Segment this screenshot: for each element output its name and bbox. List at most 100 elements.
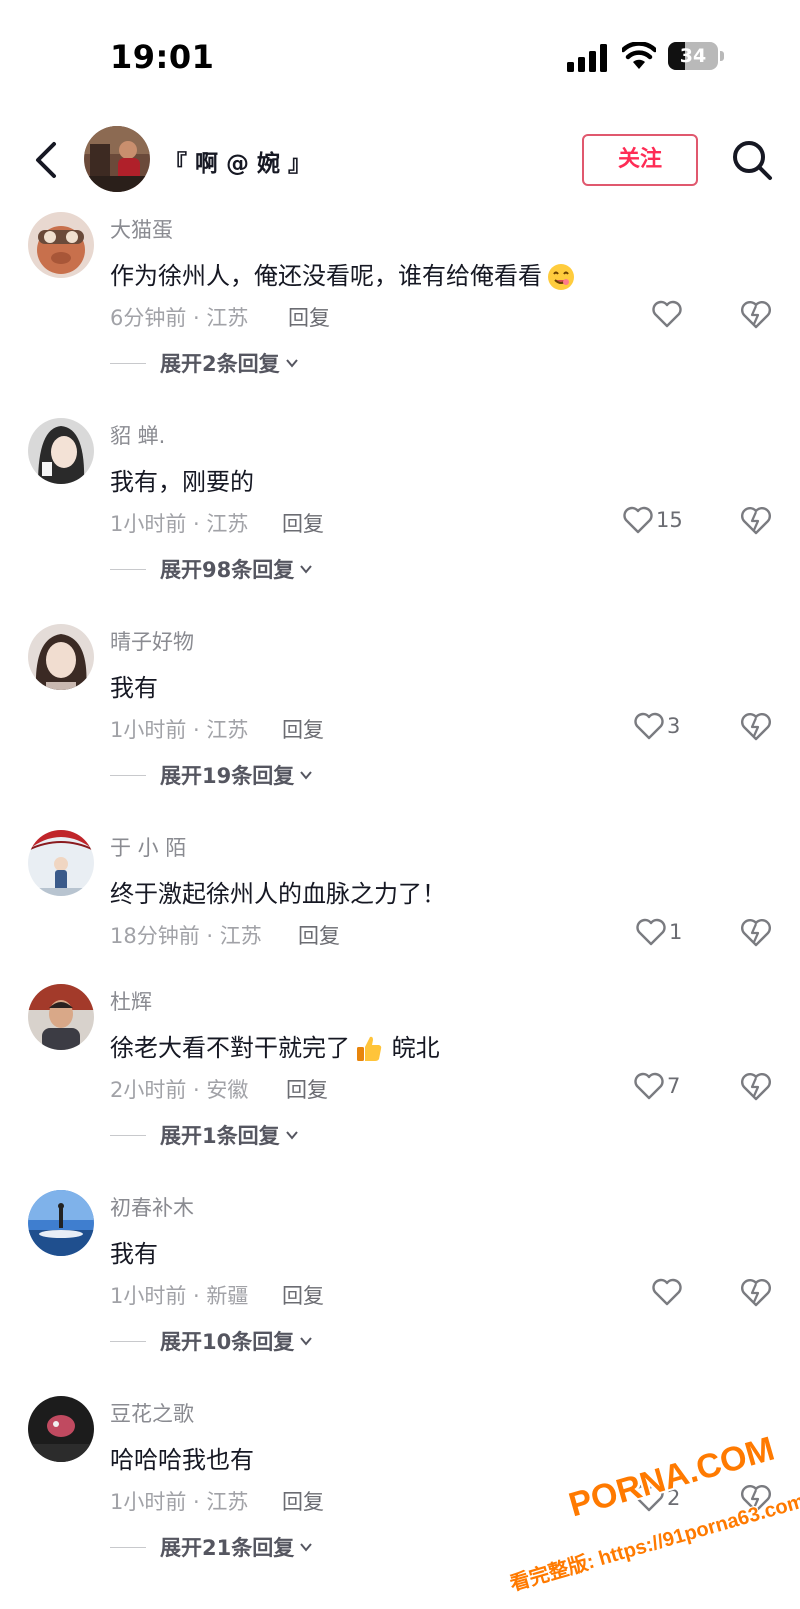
like-count: 15 [656,508,683,532]
like-count: 1 [669,920,683,944]
dislike-icon[interactable] [740,916,772,948]
comment-meta: 2小时前 · 安徽 [110,1078,249,1102]
like-button[interactable]: 3 [634,710,680,742]
comment-text: 我有，刚要的 [110,468,254,496]
comment-header: 『 啊 @ 婉 』 关注 [0,110,800,210]
heart-icon [623,506,653,534]
dislike-icon[interactable] [740,1070,772,1102]
comment-username[interactable]: 貂 蝉. [110,420,165,450]
chevron-down-icon [300,565,313,574]
chevron-down-icon [285,359,298,368]
comment-meta: 1小时前 · 江苏 [110,718,249,742]
heart-icon [634,1484,664,1512]
comment-text: 哈哈哈我也有 [110,1446,254,1474]
comment-item: 杜辉 徐老大看不對干就完了 皖北 2小时前 · 安徽 回复 7 展开1条回复 [0,984,800,1154]
comment-username[interactable]: 豆花之歌 [110,1398,194,1428]
expand-replies-button[interactable]: 展开98条回复 [110,554,314,584]
like-count: 3 [667,714,681,738]
expand-replies-button[interactable]: 展开19条回复 [110,760,314,790]
chevron-down-icon [300,1337,313,1346]
comment-username[interactable]: 大猫蛋 [110,214,173,244]
like-button[interactable]: 15 [623,504,683,536]
dislike-icon[interactable] [740,1276,772,1308]
expand-replies-label: 展开1条回复 [160,1124,280,1148]
status-bar: 19:01 34 [0,0,800,110]
reply-button[interactable]: 回复 [282,1280,324,1310]
expand-replies-label: 展开21条回复 [160,1536,295,1560]
heart-icon [636,918,666,946]
expand-replies-label: 展开19条回复 [160,764,295,788]
like-button[interactable]: 7 [634,1070,680,1102]
reply-button[interactable]: 回复 [282,1486,324,1516]
expand-replies-button[interactable]: 展开2条回复 [110,348,300,378]
comment-username[interactable]: 晴子好物 [110,626,194,656]
comment-meta: 6分钟前 · 江苏 [110,306,249,330]
comment-meta: 1小时前 · 新疆 [110,1284,249,1308]
chevron-down-icon [300,771,313,780]
reply-button[interactable]: 回复 [282,714,324,744]
dislike-icon[interactable] [740,710,772,742]
reply-button[interactable]: 回复 [286,1074,328,1104]
dislike-icon[interactable] [740,298,772,330]
avatar[interactable] [28,418,94,484]
comment-username[interactable]: 初春补木 [110,1192,194,1222]
comment-item: 貂 蝉. 我有，刚要的 1小时前 · 江苏 回复 15 展开98条回复 [0,418,800,588]
comment-text: 我有 [110,674,158,702]
reply-button[interactable]: 回复 [288,302,330,332]
like-count: 7 [667,1074,681,1098]
comment-text: 我有 [110,1240,158,1268]
comment-item: 大猫蛋 作为徐州人，俺还没看呢，谁有给俺看看 6分钟前 · 江苏 回复 展开2条… [0,212,800,382]
expand-replies-label: 展开2条回复 [160,352,280,376]
chevron-down-icon [285,1131,298,1140]
heart-icon [652,300,682,328]
search-icon[interactable] [730,138,774,182]
like-count: 2 [667,1486,681,1510]
channel-avatar[interactable] [84,126,150,192]
like-button[interactable] [652,1276,685,1308]
avatar[interactable] [28,1396,94,1462]
reply-button[interactable]: 回复 [298,920,340,950]
battery-icon: 34 [668,42,724,70]
comment-text: 作为徐州人，俺还没看呢，谁有给俺看看 [110,256,576,292]
comment-username[interactable]: 于 小 陌 [110,832,186,862]
comment-meta: 18分钟前 · 江苏 [110,924,262,948]
avatar[interactable] [28,830,94,896]
chevron-down-icon [300,1543,313,1552]
comment-item: 于 小 陌 终于激起徐州人的血脉之力了！ 18分钟前 · 江苏 回复 1 [0,830,800,960]
comment-item: 豆花之歌 哈哈哈我也有 1小时前 · 江苏 回复 2 展开21条回复 [0,1396,800,1609]
status-time: 19:01 [110,38,215,76]
expand-replies-button[interactable]: 展开1条回复 [110,1120,300,1150]
battery-percent: 34 [679,45,707,67]
like-button[interactable] [652,298,685,330]
avatar[interactable] [28,1190,94,1256]
comment-item: 初春补木 我有 1小时前 · 新疆 回复 展开10条回复 [0,1190,800,1360]
thumbs-up-icon [357,1036,382,1061]
expand-replies-label: 展开10条回复 [160,1330,295,1354]
comment-meta: 1小时前 · 江苏 [110,1490,249,1514]
cellular-signal-icon [567,44,607,72]
yummy-face-icon [548,264,574,290]
avatar[interactable] [28,212,94,278]
heart-icon [634,712,664,740]
dislike-icon[interactable] [740,1482,772,1514]
wifi-icon [622,42,656,69]
expand-replies-label: 展开98条回复 [160,558,295,582]
comment-text: 终于激起徐州人的血脉之力了！ [110,880,446,908]
like-button[interactable]: 1 [636,916,682,948]
expand-replies-button[interactable]: 展开21条回复 [110,1532,314,1562]
expand-replies-button[interactable]: 展开10条回复 [110,1326,314,1356]
channel-name[interactable]: 『 啊 @ 婉 』 [164,144,311,178]
avatar[interactable] [28,624,94,690]
like-button[interactable]: 2 [634,1482,680,1514]
dislike-icon[interactable] [740,504,772,536]
comment-meta: 1小时前 · 江苏 [110,512,249,536]
follow-button[interactable]: 关注 [582,134,698,186]
comment-text: 徐老大看不對干就完了 皖北 [110,1034,440,1062]
reply-button[interactable]: 回复 [282,508,324,538]
comment-item: 晴子好物 我有 1小时前 · 江苏 回复 3 展开19条回复 [0,624,800,794]
heart-icon [634,1072,664,1100]
heart-icon [652,1278,682,1306]
comment-username[interactable]: 杜辉 [110,986,152,1016]
avatar[interactable] [28,984,94,1050]
back-button[interactable] [26,138,66,182]
